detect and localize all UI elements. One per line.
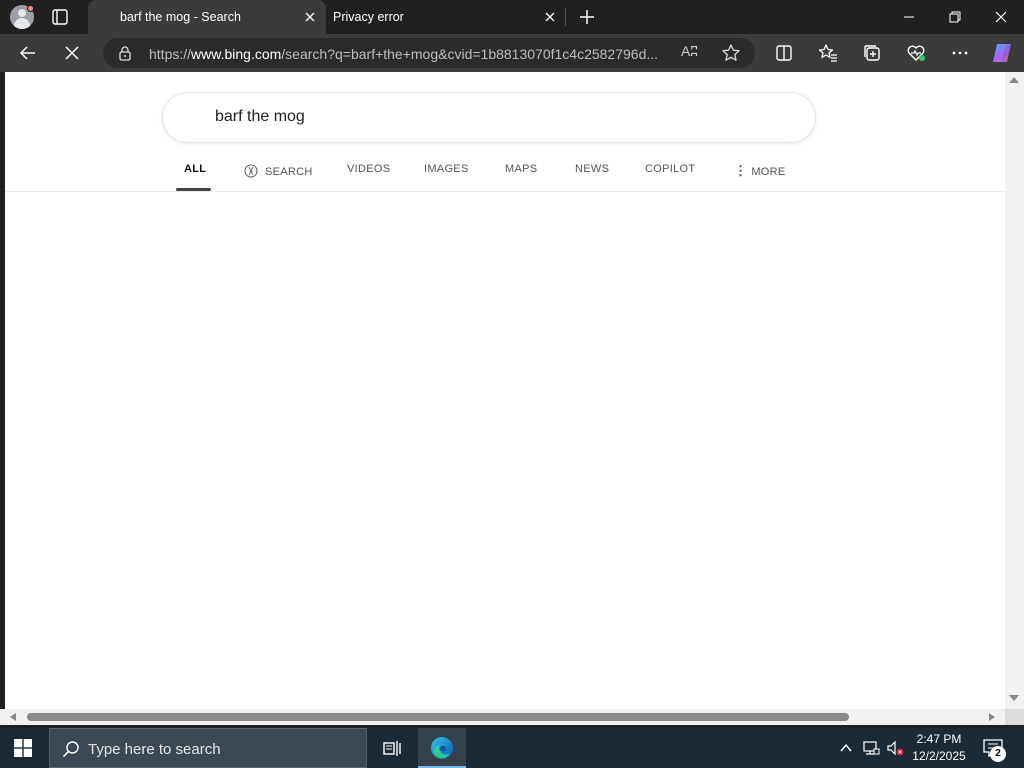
scope-all[interactable]: ALL [184, 163, 206, 175]
new-tab-plus-icon[interactable] [577, 7, 597, 27]
scroll-up-arrow-icon[interactable] [1009, 77, 1019, 83]
favorite-star-icon[interactable] [721, 43, 741, 63]
window-close-icon[interactable] [990, 6, 1012, 28]
scope-copilot[interactable]: COPILOT [645, 163, 695, 175]
read-aloud-icon[interactable]: Aʭ [681, 43, 701, 63]
scope-maps[interactable]: MAPS [505, 163, 537, 175]
active-scope-underline [176, 188, 211, 191]
split-screen-icon[interactable] [774, 43, 794, 63]
scope-more[interactable]: ⋮ MORE [734, 163, 786, 179]
search-input[interactable] [215, 105, 775, 129]
edge-icon [431, 737, 453, 759]
clock-time: 2:47 PM [916, 732, 962, 746]
url-prefix: https:// [149, 46, 192, 62]
browser-titlebar: barf the mog - Search Privacy error [0, 0, 1024, 34]
scope-news[interactable]: NEWS [575, 163, 609, 175]
scope-search[interactable]: SEARCH [243, 163, 313, 179]
collections-icon[interactable] [862, 43, 882, 63]
taskbar-search-box[interactable]: Type here to search [49, 728, 367, 768]
scope-images[interactable]: IMAGES [424, 163, 469, 175]
tab-bing-search[interactable]: barf the mog - Search [88, 0, 326, 34]
search-icon [62, 741, 79, 758]
notification-count-badge: 2 [990, 746, 1006, 762]
tab-title: barf the mog - Search [120, 10, 241, 24]
scope-search-label: SEARCH [265, 166, 313, 178]
horizontal-scroll-thumb[interactable] [27, 713, 849, 721]
clock-date: 12/2/2025 [912, 749, 966, 763]
scope-videos[interactable]: VIDEOS [347, 163, 390, 175]
back-arrow-icon[interactable] [18, 43, 38, 63]
tab-close-icon[interactable] [542, 9, 558, 25]
url-domain: www.bing.com [191, 46, 282, 62]
search-scope-bar: ALL SEARCH VIDEOS IMAGES MAPS NEWS COPIL… [5, 156, 1005, 192]
favorites-icon[interactable] [818, 43, 838, 63]
browser-toolbar: https://www.bing.com/search?q=barf+the+m… [0, 34, 1024, 72]
chevron-up-icon[interactable] [838, 740, 854, 756]
tab-separator [565, 8, 566, 26]
taskbar-search-placeholder: Type here to search [88, 741, 221, 758]
url-path: /search?q=barf+the+mog&cvid=1b8813070f1c… [281, 46, 659, 62]
scroll-right-arrow-icon[interactable] [989, 713, 995, 721]
volume-muted-icon[interactable] [886, 739, 904, 757]
copilot-icon[interactable] [990, 42, 1014, 64]
tab-privacy-error[interactable]: Privacy error [326, 0, 564, 34]
network-icon[interactable] [862, 739, 880, 757]
horizontal-scrollbar[interactable] [0, 709, 1005, 725]
tab-actions-icon[interactable] [50, 7, 70, 27]
restore-icon[interactable] [944, 6, 966, 28]
url-text[interactable]: https://www.bing.com/search?q=barf+the+m… [149, 46, 669, 62]
taskbar-edge-button[interactable] [418, 728, 466, 768]
windows-start-icon[interactable] [14, 739, 32, 757]
scroll-down-arrow-icon[interactable] [1009, 695, 1019, 701]
copilot-search-icon [244, 164, 258, 178]
tab-title: Privacy error [333, 10, 404, 24]
lock-icon[interactable] [117, 45, 133, 61]
system-clock[interactable]: 2:47 PM 12/2/2025 [910, 731, 968, 765]
profile-notification-dot [27, 5, 34, 12]
more-dots-icon: ⋮ [734, 163, 748, 178]
vertical-scrollbar[interactable] [1005, 72, 1024, 709]
tab-close-icon[interactable] [302, 9, 318, 25]
search-box[interactable] [163, 93, 815, 142]
browser-essentials-icon[interactable] [906, 43, 926, 63]
scrollbar-corner [1005, 709, 1024, 725]
task-view-icon[interactable] [382, 738, 402, 758]
bing-results-page: ALL SEARCH VIDEOS IMAGES MAPS NEWS COPIL… [5, 72, 1005, 709]
windows-taskbar: Type here to search 2:47 PM 12/2/2025 2 [0, 728, 1024, 768]
scroll-left-arrow-icon[interactable] [10, 713, 16, 721]
minimize-icon[interactable] [898, 6, 920, 28]
stop-loading-icon[interactable] [62, 43, 82, 63]
more-menu-icon[interactable] [950, 43, 970, 63]
address-bar[interactable]: https://www.bing.com/search?q=barf+the+m… [103, 38, 755, 68]
scope-more-label: MORE [751, 166, 786, 178]
